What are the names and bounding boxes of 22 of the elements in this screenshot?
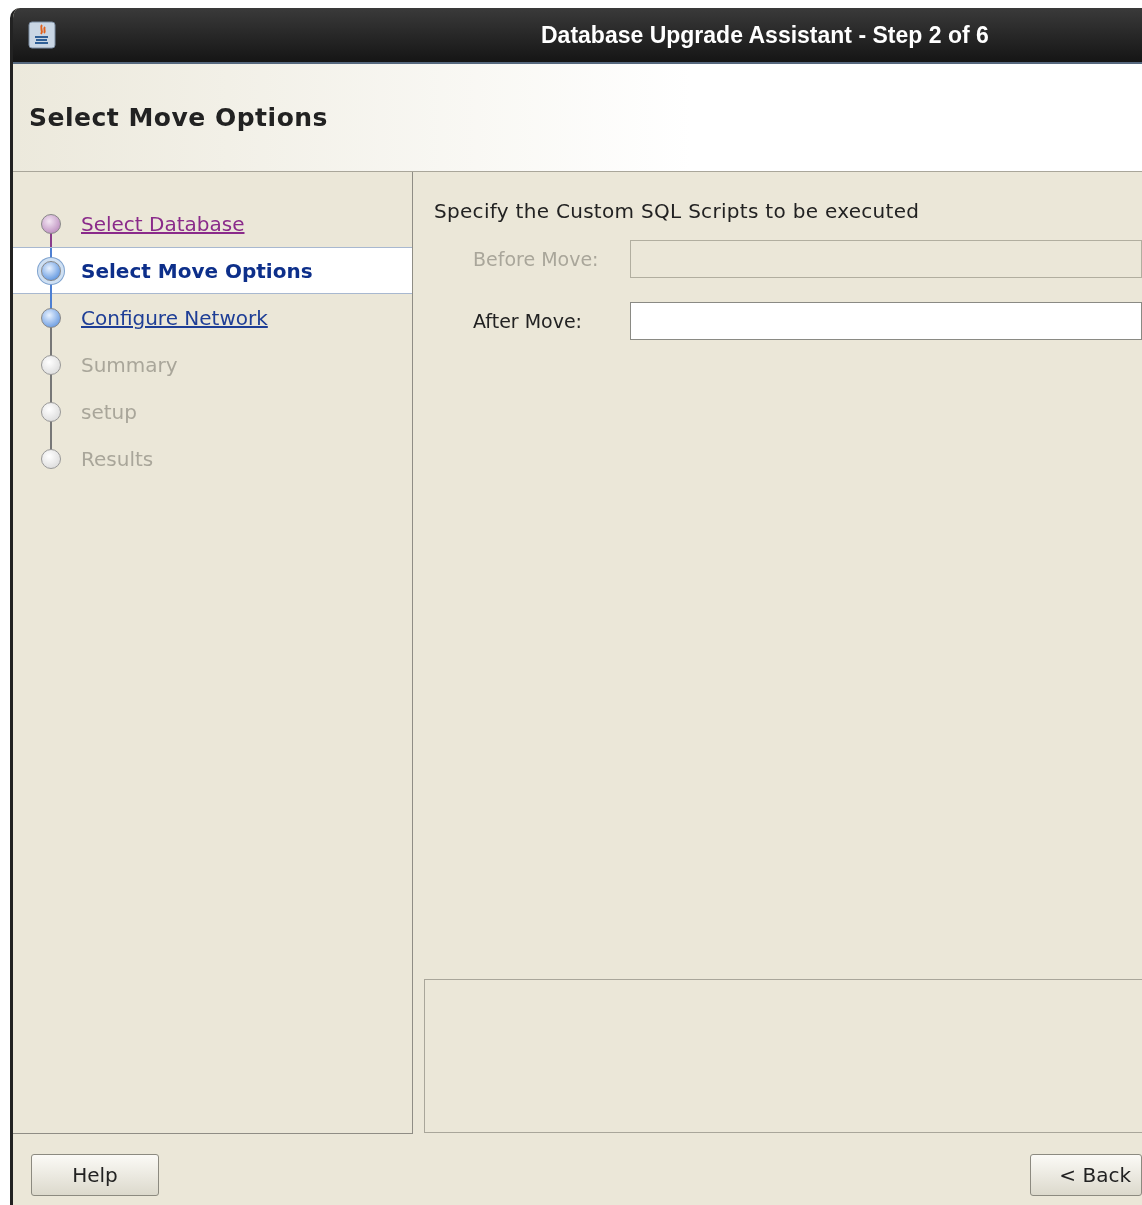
help-button[interactable]: Help — [31, 1154, 159, 1196]
step-link[interactable]: Configure Network — [81, 302, 268, 333]
step-label: Select Move Options — [81, 257, 313, 285]
step-node-icon — [41, 213, 61, 234]
step-node-icon — [41, 448, 61, 469]
step-node-icon — [41, 260, 61, 281]
step-label: setup — [81, 398, 137, 426]
field-label: After Move: — [473, 308, 584, 334]
step-label: Summary — [81, 351, 178, 379]
selected-step-row[interactable]: Select Move Options — [13, 247, 412, 294]
step-link[interactable]: Select Database — [81, 208, 245, 239]
instruction-text: Specify the Custom SQL Scripts to be executed — [434, 198, 921, 225]
script-path-field[interactable] — [630, 302, 1142, 340]
cup-icon — [28, 21, 56, 49]
window-title: Database Upgrade Assistant - Step 2 of 6 — [541, 20, 989, 50]
step-label: Results — [81, 445, 154, 473]
back-button[interactable]: < Back — [1030, 1154, 1142, 1196]
step-node-icon — [41, 307, 61, 328]
step-node-icon — [41, 354, 61, 375]
field-label: Before Move: — [473, 246, 600, 272]
page-heading: Select Move Options — [29, 101, 328, 134]
step-node-icon — [41, 401, 61, 422]
